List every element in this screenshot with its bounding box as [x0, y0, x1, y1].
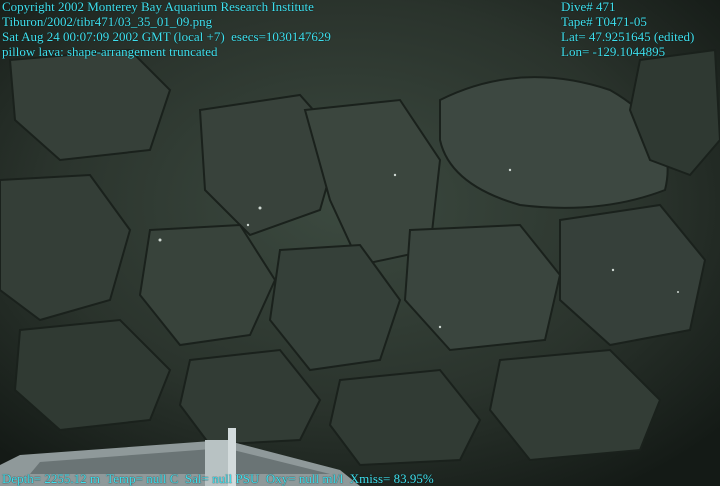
overlay-line-sensor-readings: Depth= 2255.12 m Temp= null C Sal= null …: [2, 471, 434, 486]
seafloor-scene: [0, 0, 720, 486]
overlay-line-timestamp: Sat Aug 24 00:07:09 2002 GMT (local +7) …: [2, 29, 331, 44]
dive-video-frame: Copyright 2002 Monterey Bay Aquarium Res…: [0, 0, 720, 486]
overlay-line-dive: Dive# 471: [561, 0, 616, 14]
overlay-line-tape: Tape# T0471-05: [561, 14, 647, 29]
overlay-line-annotation: pillow lava: shape-arrangement truncated: [2, 44, 218, 59]
overlay-line-longitude: Lon= -129.1044895: [561, 44, 666, 59]
overlay-line-image-path: Tiburon/2002/tibr471/03_35_01_09.png: [2, 14, 213, 29]
overlay-line-copyright: Copyright 2002 Monterey Bay Aquarium Res…: [2, 0, 314, 14]
pillow-lava-rocks: [0, 48, 720, 467]
overlay-line-latitude: Lat= 47.9251645 (edited): [561, 29, 695, 44]
